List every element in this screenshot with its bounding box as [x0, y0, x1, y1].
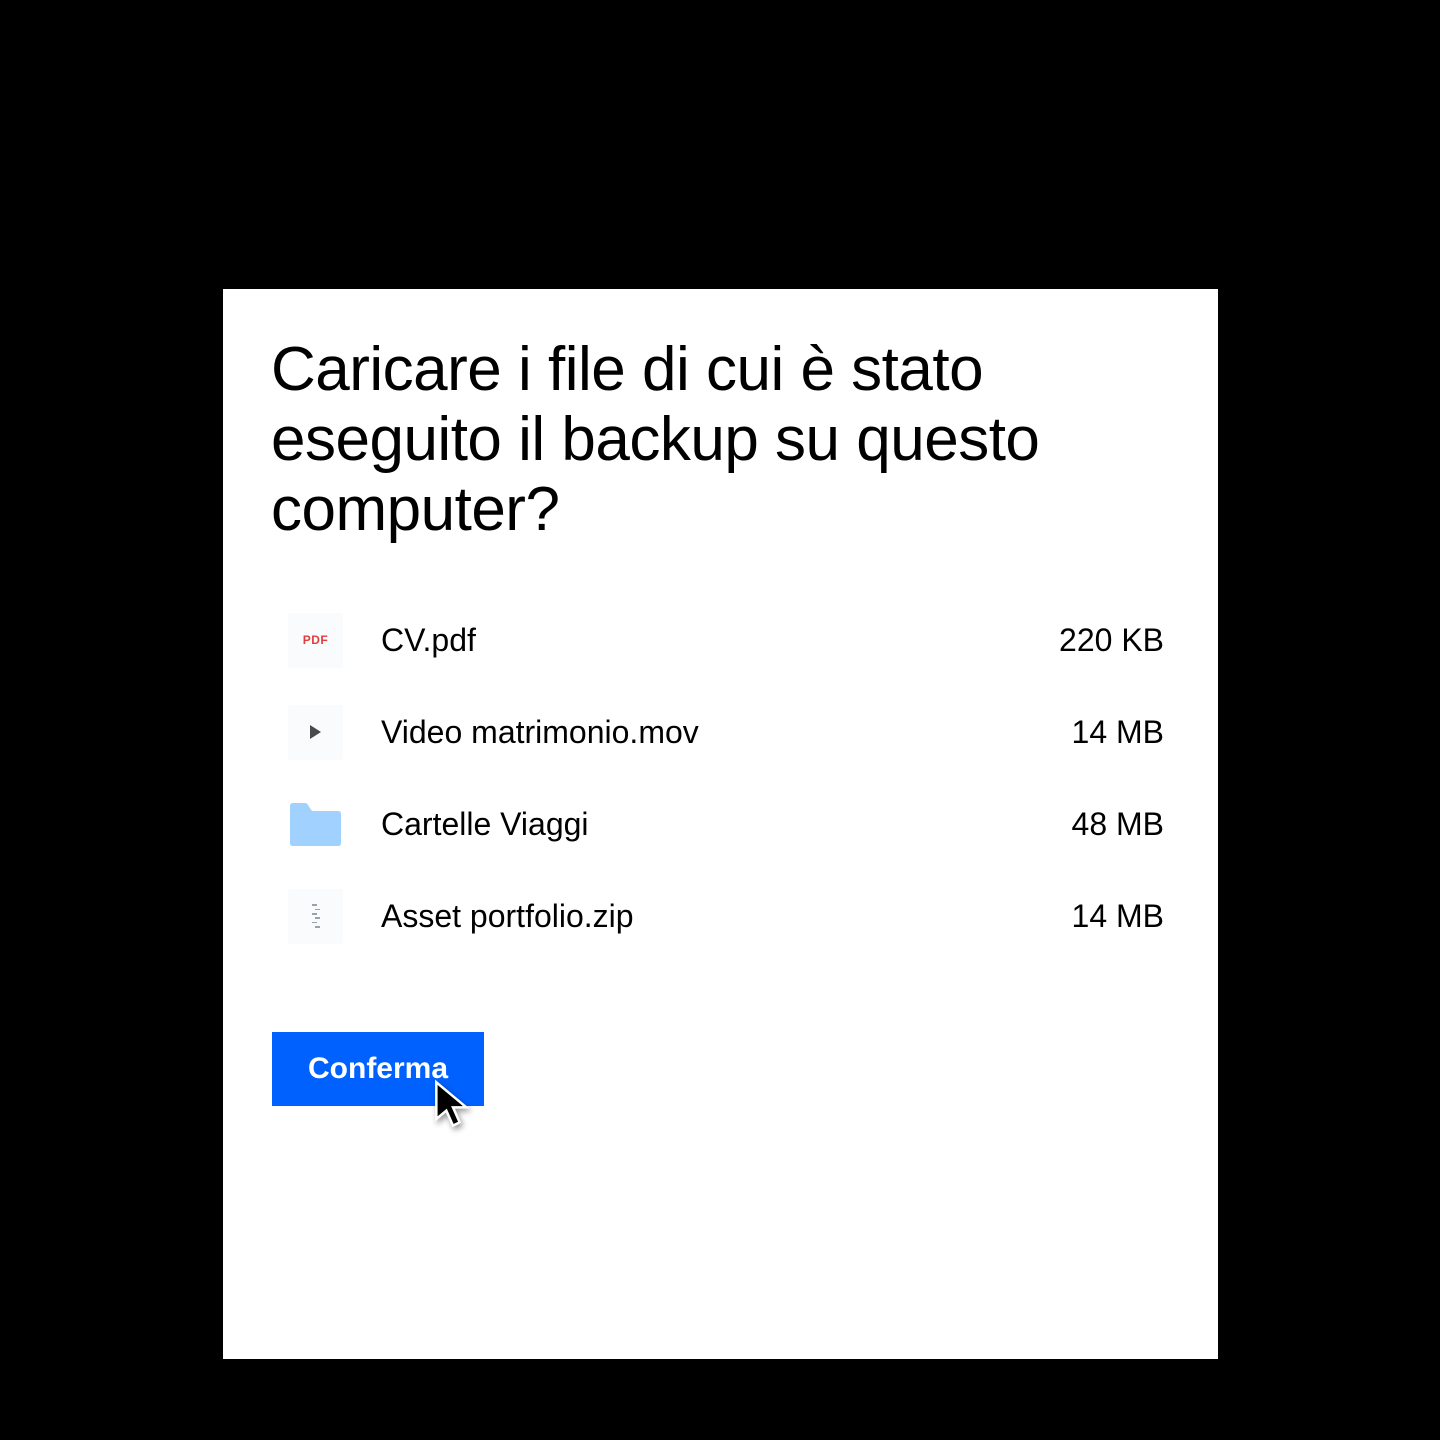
folder-icon	[288, 797, 343, 852]
file-name: Asset portfolio.zip	[381, 898, 1072, 935]
play-icon	[310, 725, 321, 739]
file-list: PDF CV.pdf 220 KB Video matrimonio.mov 1…	[288, 594, 1164, 962]
list-item[interactable]: Cartelle Viaggi 48 MB	[288, 778, 1164, 870]
list-item[interactable]: PDF CV.pdf 220 KB	[288, 594, 1164, 686]
pdf-icon: PDF	[288, 613, 343, 668]
video-icon	[288, 705, 343, 760]
file-size: 14 MB	[1072, 714, 1164, 751]
file-name: CV.pdf	[381, 622, 1059, 659]
list-item[interactable]: Asset portfolio.zip 14 MB	[288, 870, 1164, 962]
file-size: 220 KB	[1059, 622, 1164, 659]
pdf-badge-text: PDF	[303, 633, 329, 647]
zip-icon	[288, 889, 343, 944]
file-size: 14 MB	[1072, 898, 1164, 935]
file-size: 48 MB	[1072, 806, 1164, 843]
cursor-icon	[433, 1079, 473, 1129]
file-name: Cartelle Viaggi	[381, 806, 1072, 843]
file-name: Video matrimonio.mov	[381, 714, 1072, 751]
dialog-heading: Caricare i file di cui è stato eseguito …	[271, 335, 1171, 545]
list-item[interactable]: Video matrimonio.mov 14 MB	[288, 686, 1164, 778]
